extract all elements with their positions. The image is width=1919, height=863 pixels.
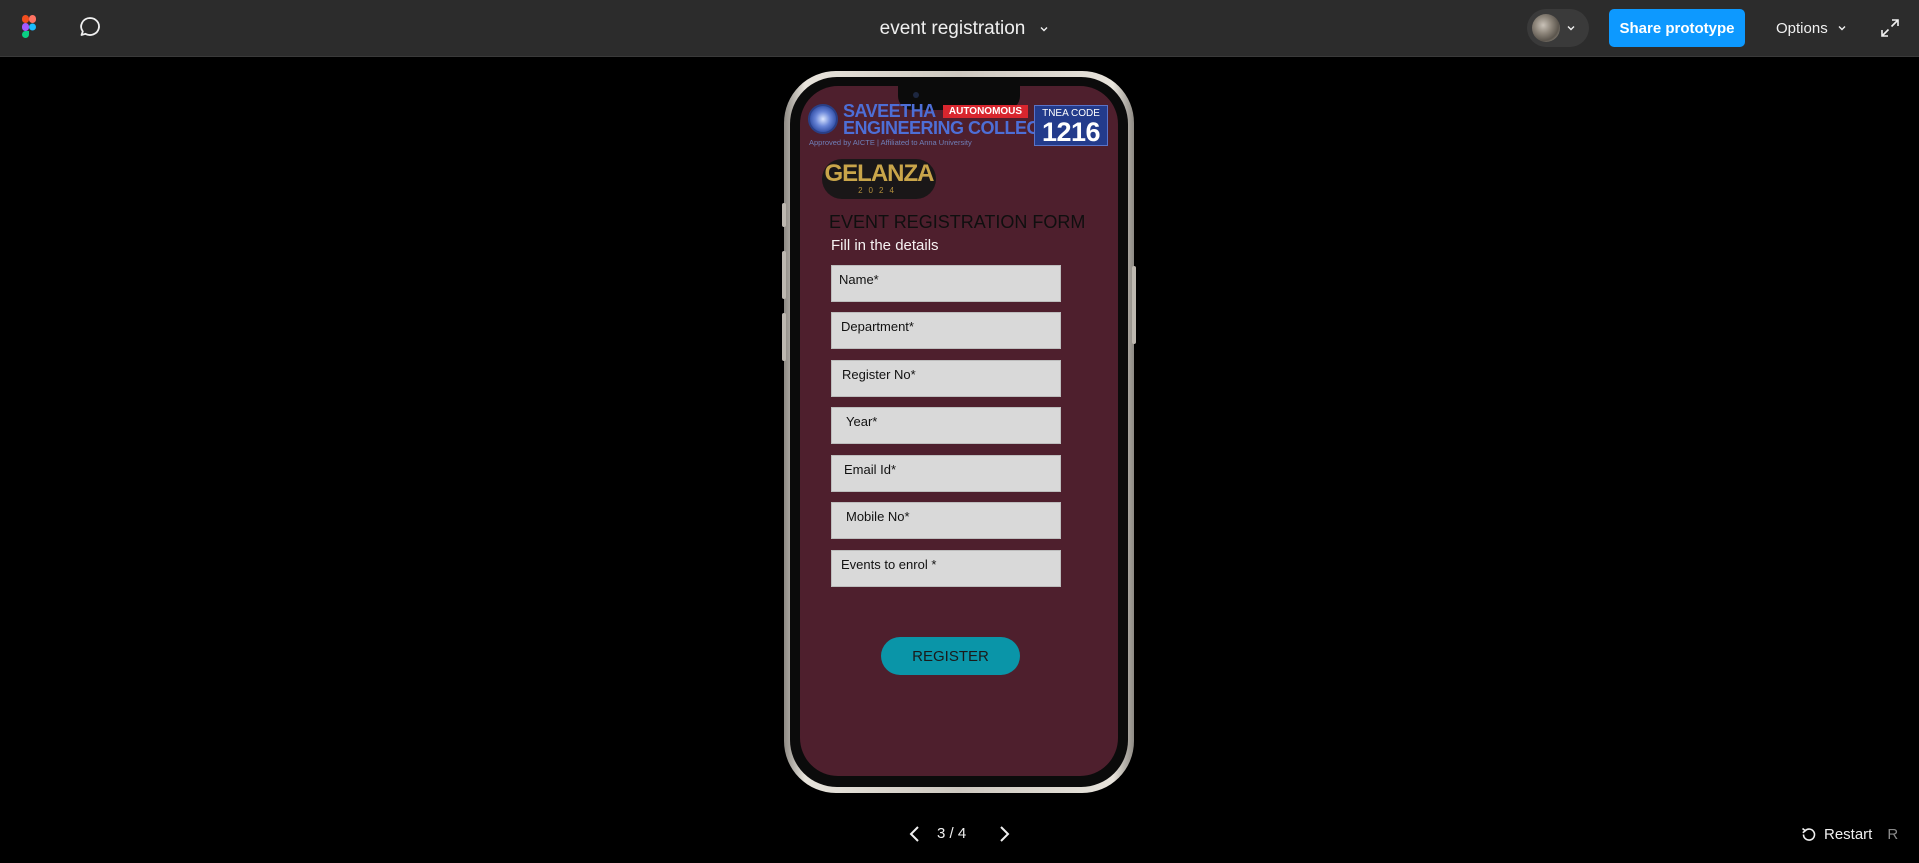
event-logo: GELANZA 2024 (822, 159, 936, 199)
chevron-down-icon (1838, 26, 1846, 31)
field-label: Name* (839, 272, 879, 287)
year-field[interactable]: Year* (831, 407, 1061, 444)
college-name-line2: ENGINEERING COLLEGE (843, 118, 1052, 138)
phone-side-button (1132, 266, 1136, 344)
autonomous-badge: AUTONOMOUS (943, 105, 1028, 118)
chevron-down-icon (1567, 26, 1575, 31)
register-button[interactable]: REGISTER (881, 637, 1020, 675)
options-menu[interactable]: Options (1776, 9, 1847, 47)
camera (913, 92, 919, 98)
form-title: EVENT REGISTRATION FORM (829, 212, 1086, 232)
chevron-left-icon[interactable] (905, 822, 925, 846)
expand-icon[interactable] (1880, 18, 1900, 38)
field-label: Email Id* (844, 462, 897, 477)
department-field[interactable]: Department* (831, 312, 1061, 349)
user-menu[interactable] (1527, 9, 1589, 47)
restart-label: Restart (1824, 826, 1873, 843)
restart-icon (1801, 827, 1816, 841)
events-to-enrol-field[interactable]: Events to enrol * (831, 550, 1061, 587)
prototype-screen: SAVEETHA ENGINEERING COLLEGE AUTONOMOUS … (800, 86, 1118, 776)
avatar (1532, 14, 1560, 42)
register-no-field[interactable]: Register No* (831, 360, 1061, 397)
page-indicator: 3 / 4 (937, 825, 967, 842)
form-subtitle: Fill in the details (831, 237, 939, 254)
field-label: Mobile No* (846, 509, 910, 524)
name-field[interactable]: Name* (831, 265, 1061, 302)
chevron-right-icon[interactable] (994, 822, 1014, 846)
phone-side-button (782, 203, 786, 227)
field-label: Department* (841, 319, 914, 334)
event-logo-year: 2024 (858, 186, 900, 195)
restart-button[interactable]: Restart R (1800, 826, 1898, 843)
document-title: event registration (879, 17, 1026, 39)
restart-shortcut: R (1887, 826, 1899, 843)
field-label: Year* (846, 414, 878, 429)
email-field[interactable]: Email Id* (831, 455, 1061, 492)
document-title-menu[interactable]: event registration (880, 18, 1050, 40)
share-prototype-button[interactable]: Share prototype (1609, 9, 1745, 47)
comment-icon[interactable] (78, 15, 102, 39)
top-toolbar: event registration Share prototype Optio… (0, 0, 1919, 57)
field-label: Register No* (842, 367, 916, 382)
mobile-no-field[interactable]: Mobile No* (831, 502, 1061, 539)
approval-text: Approved by AICTE | Affiliated to Anna U… (809, 138, 972, 147)
figma-logo-icon[interactable] (22, 15, 36, 39)
options-label: Options (1776, 19, 1828, 37)
event-logo-name: GELANZA (824, 160, 935, 187)
college-logo (808, 104, 838, 134)
phone-side-button (782, 251, 786, 299)
tnea-code: 1216 (1041, 117, 1101, 147)
phone-side-button (782, 313, 786, 361)
chevron-down-icon (1040, 26, 1048, 31)
tnea-badge: TNEA CODE 1216 (1034, 105, 1108, 146)
field-label: Events to enrol * (841, 557, 937, 572)
